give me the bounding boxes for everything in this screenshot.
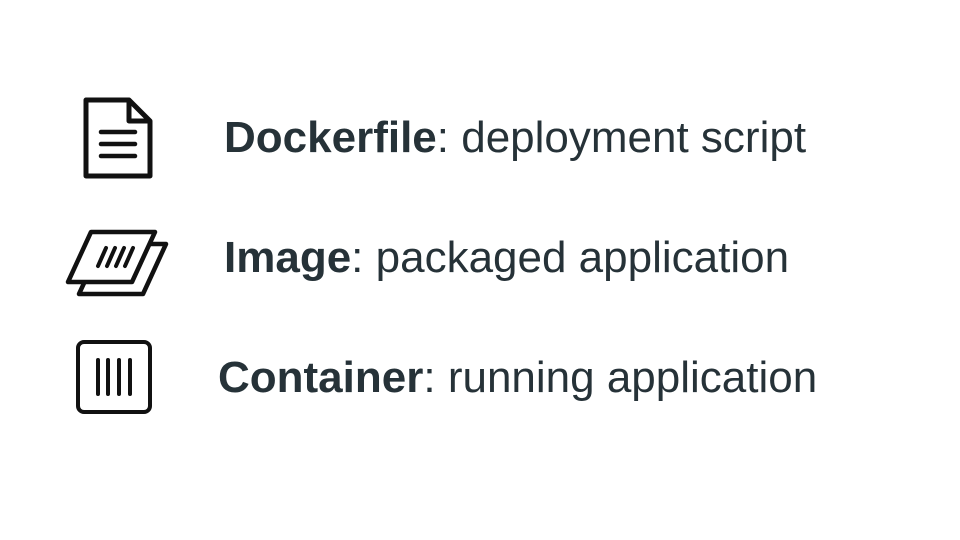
image-definition: Image: packaged application — [224, 232, 789, 284]
stacked-layers-icon — [62, 212, 176, 302]
term-separator: : — [423, 353, 436, 402]
slide: Dockerfile: deployment script Image: pac… — [0, 0, 960, 540]
term-separator: : — [436, 113, 449, 162]
term-image: Image — [224, 233, 352, 282]
container-box-icon — [74, 338, 154, 416]
term-separator: : — [351, 233, 364, 282]
term-container: Container — [218, 353, 424, 402]
container-definition: Container: running application — [218, 352, 817, 404]
dockerfile-definition: Dockerfile: deployment script — [224, 112, 806, 164]
description-container: running application — [435, 353, 818, 402]
document-icon — [79, 96, 155, 182]
description-dockerfile: deployment script — [449, 113, 807, 162]
description-image: packaged application — [363, 233, 790, 282]
term-dockerfile: Dockerfile — [224, 113, 437, 162]
